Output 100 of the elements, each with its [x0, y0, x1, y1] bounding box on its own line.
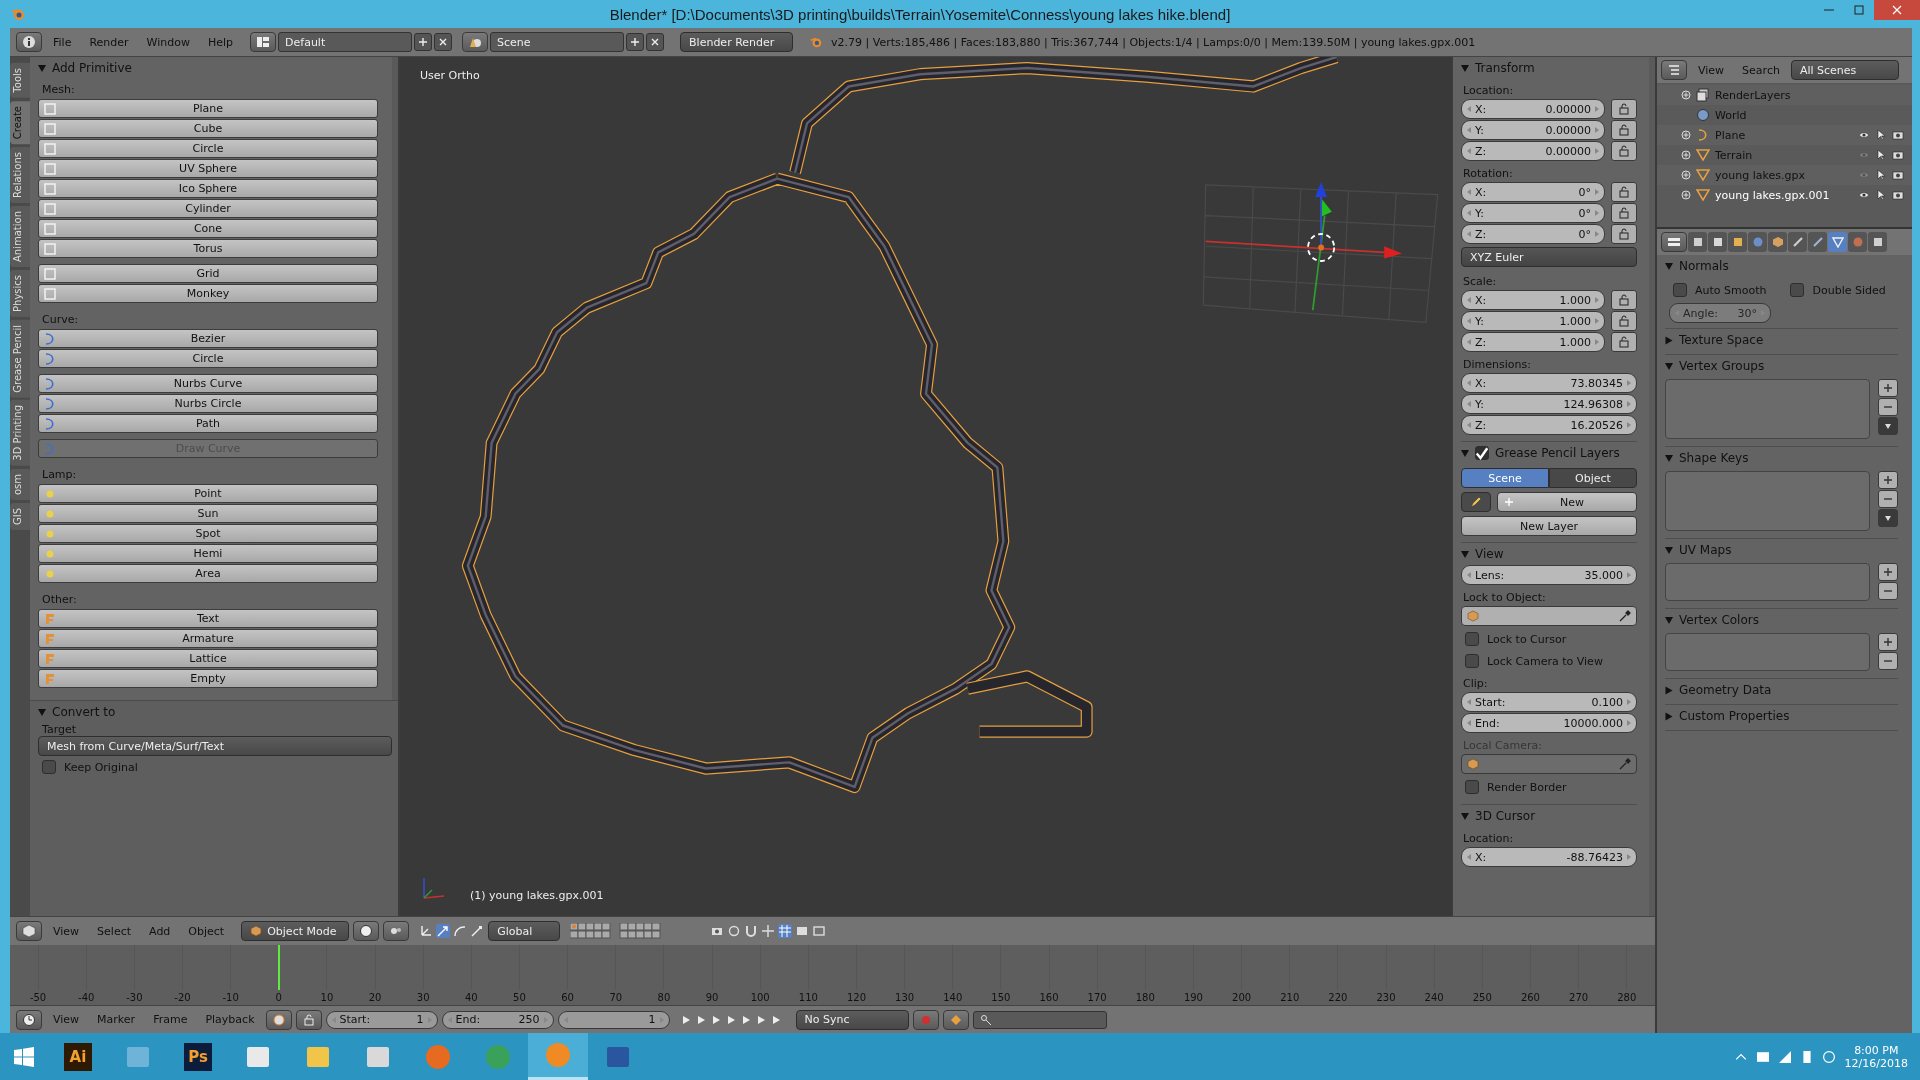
orientation-dropdown[interactable]: Global [488, 921, 561, 941]
new-button[interactable]: New [1497, 492, 1637, 512]
menu-button[interactable] [1878, 417, 1898, 435]
scene-picker-button[interactable] [462, 32, 489, 52]
disclosure-triangle-icon[interactable] [1461, 550, 1469, 558]
menu-item[interactable]: Add [142, 924, 178, 938]
pencil-picker-button[interactable] [1461, 492, 1491, 512]
object-field[interactable] [1461, 754, 1637, 774]
add-object-button[interactable]: Sun [38, 504, 378, 523]
add-object-button[interactable]: Armature [38, 629, 378, 648]
number-field[interactable]: End: 10000.000 [1461, 713, 1637, 733]
disclosure-triangle-icon[interactable] [1665, 454, 1673, 462]
menu-item[interactable]: Object [181, 924, 232, 938]
cursor-arrow-icon[interactable] [1875, 129, 1887, 141]
number-field[interactable]: X: 0° [1461, 182, 1605, 202]
add-object-button[interactable]: Monkey [38, 284, 378, 303]
box-icon[interactable] [1756, 1050, 1769, 1063]
add-object-button[interactable]: Ico Sphere [38, 179, 378, 198]
add-object-button[interactable]: UV Sphere [38, 159, 378, 178]
display-mode-dropdown[interactable]: All Scenes [1790, 60, 1899, 80]
signal-bars-icon[interactable] [1778, 1050, 1791, 1063]
add-object-button[interactable]: Path [38, 414, 378, 433]
layout-picker-button[interactable] [250, 32, 277, 52]
disclosure-triangle-icon[interactable] [1665, 262, 1673, 270]
checkbox[interactable] [1673, 283, 1687, 297]
properties-tab[interactable] [1708, 232, 1727, 252]
add-button[interactable] [1878, 563, 1898, 581]
menu-item[interactable]: Frame [146, 1013, 195, 1026]
number-field[interactable]: X: 1.000 [1461, 290, 1605, 310]
tool-tab[interactable]: Create [10, 100, 30, 144]
add-object-button[interactable]: Plane [38, 99, 378, 118]
disclosure-triangle-icon[interactable] [1665, 616, 1673, 624]
add-object-button[interactable]: Cone [38, 219, 378, 238]
remove-button[interactable] [1878, 652, 1898, 670]
properties-tab[interactable] [1828, 232, 1847, 252]
checkbox[interactable] [1465, 632, 1479, 646]
properties-tab[interactable] [1768, 232, 1787, 252]
add-object-button[interactable]: Circle [38, 349, 378, 368]
cursor-arrow-icon[interactable] [1875, 169, 1887, 181]
properties-tab[interactable] [1808, 232, 1827, 252]
add-object-button[interactable]: Empty [38, 669, 378, 688]
sync-dropdown[interactable]: No Sync [795, 1009, 909, 1030]
add-object-button[interactable]: Cylinder [38, 199, 378, 218]
add-object-button[interactable]: Nurbs Circle [38, 394, 378, 413]
disclosure-triangle-icon[interactable] [1665, 686, 1673, 694]
menu-item[interactable]: Search [1735, 63, 1787, 77]
end-frame-field[interactable]: End: 250 [441, 1010, 554, 1029]
menu-button[interactable] [1878, 509, 1898, 527]
menu-item[interactable]: Select [90, 924, 139, 938]
add-button[interactable] [1878, 379, 1898, 397]
disclosure-triangle-icon[interactable] [38, 64, 46, 72]
number-field[interactable]: Z: 0° [1461, 224, 1605, 244]
tool-tab[interactable]: Tools [10, 63, 30, 98]
shading-button[interactable] [353, 921, 380, 941]
remove-button[interactable] [1878, 582, 1898, 600]
lock-toggle[interactable] [1611, 182, 1637, 202]
disclosure-triangle-icon[interactable] [1665, 546, 1673, 554]
menu-item[interactable]: View [46, 1013, 87, 1026]
number-field[interactable]: Y: 0.00000 [1461, 120, 1605, 140]
remove-button[interactable] [1878, 490, 1898, 508]
eye-icon[interactable] [1858, 129, 1870, 141]
menu-item[interactable]: Playback [198, 1013, 262, 1026]
number-field[interactable]: Y: 1.000 [1461, 311, 1605, 331]
object-field[interactable] [1461, 606, 1637, 626]
menu-item[interactable]: View [1691, 63, 1732, 77]
add-object-button[interactable]: Hemi [38, 544, 378, 563]
properties-tab[interactable] [1788, 232, 1807, 252]
record-button[interactable] [912, 1009, 939, 1030]
add-button[interactable] [1878, 633, 1898, 651]
add-object-button[interactable]: Text [38, 609, 378, 628]
disclosure-triangle-icon[interactable] [1665, 712, 1673, 720]
source-tab[interactable]: Object [1549, 468, 1637, 488]
number-field[interactable]: Z: 0.00000 [1461, 141, 1605, 161]
add-object-button[interactable]: Bezier [38, 329, 378, 348]
add-button[interactable] [1878, 471, 1898, 489]
menu-item[interactable]: Window [139, 35, 197, 49]
add-object-button[interactable]: Spot [38, 524, 378, 543]
start-frame-field[interactable]: Start: 1 [325, 1010, 438, 1029]
lock-toggle[interactable] [1611, 290, 1637, 310]
add-object-button[interactable]: Circle [38, 139, 378, 158]
source-tab[interactable]: Scene [1461, 468, 1549, 488]
add-object-button[interactable]: Nurbs Curve [38, 374, 378, 393]
properties-tab[interactable] [1688, 232, 1707, 252]
disclosure-triangle-icon[interactable] [1665, 336, 1673, 344]
keying-button[interactable] [942, 1009, 969, 1030]
scene-field[interactable]: Scene [490, 32, 625, 52]
lock-toggle[interactable] [1611, 224, 1637, 244]
disclosure-triangle-icon[interactable] [38, 708, 46, 716]
checkbox[interactable] [1465, 654, 1479, 668]
properties-tab[interactable] [1748, 232, 1767, 252]
tool-tab[interactable]: Animation [10, 205, 30, 267]
menu-item[interactable]: Help [200, 35, 241, 49]
add-object-button[interactable]: Grid [38, 264, 378, 283]
editor-type-button[interactable] [1661, 60, 1687, 80]
lock-toggle[interactable] [1611, 203, 1637, 223]
tool-tab[interactable]: Relations [10, 146, 30, 203]
target-dropdown[interactable]: Mesh from Curve/Meta/Surf/Text [38, 736, 392, 756]
number-field[interactable]: Z: 16.20526 [1461, 415, 1637, 435]
delete-button[interactable] [646, 33, 665, 51]
menu-item[interactable]: Marker [90, 1013, 143, 1026]
